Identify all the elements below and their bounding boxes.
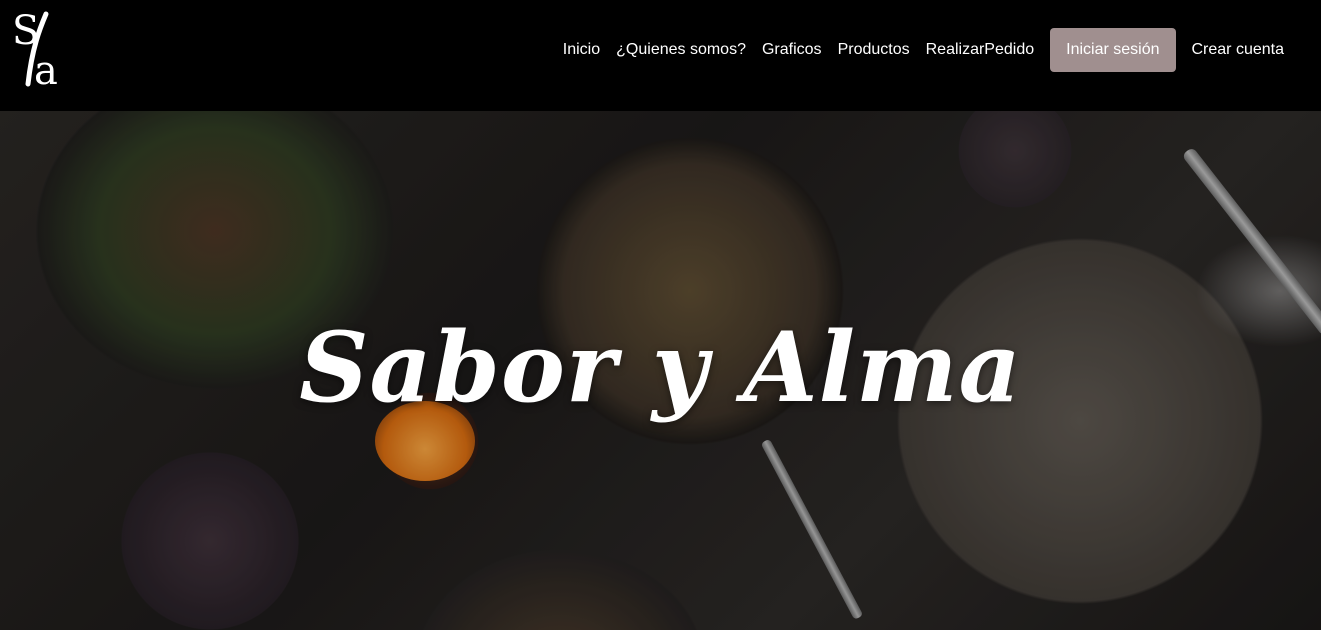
nav-productos[interactable]: Productos	[838, 41, 910, 59]
hero-banner: Sabor y Alma	[0, 111, 1321, 630]
navbar: S a Inicio ¿Quienes somos? Graficos Prod…	[0, 0, 1321, 111]
svg-text:a: a	[34, 48, 58, 90]
nav-quienes-somos[interactable]: ¿Quienes somos?	[616, 41, 746, 59]
main-nav: Inicio ¿Quienes somos? Graficos Producto…	[563, 0, 1321, 100]
login-button[interactable]: Iniciar sesión	[1050, 28, 1176, 72]
hero-title: Sabor y Alma	[299, 311, 1022, 424]
knife-image	[1181, 146, 1321, 337]
nav-inicio[interactable]: Inicio	[563, 41, 600, 59]
fork-image	[760, 438, 864, 620]
nav-realizar-pedido[interactable]: RealizarPedido	[926, 41, 1035, 59]
nav-graficos[interactable]: Graficos	[762, 41, 822, 59]
brand-logo[interactable]: S a	[10, 8, 74, 90]
logo-mark-icon: S a	[12, 8, 58, 90]
signup-link[interactable]: Crear cuenta	[1192, 41, 1285, 59]
